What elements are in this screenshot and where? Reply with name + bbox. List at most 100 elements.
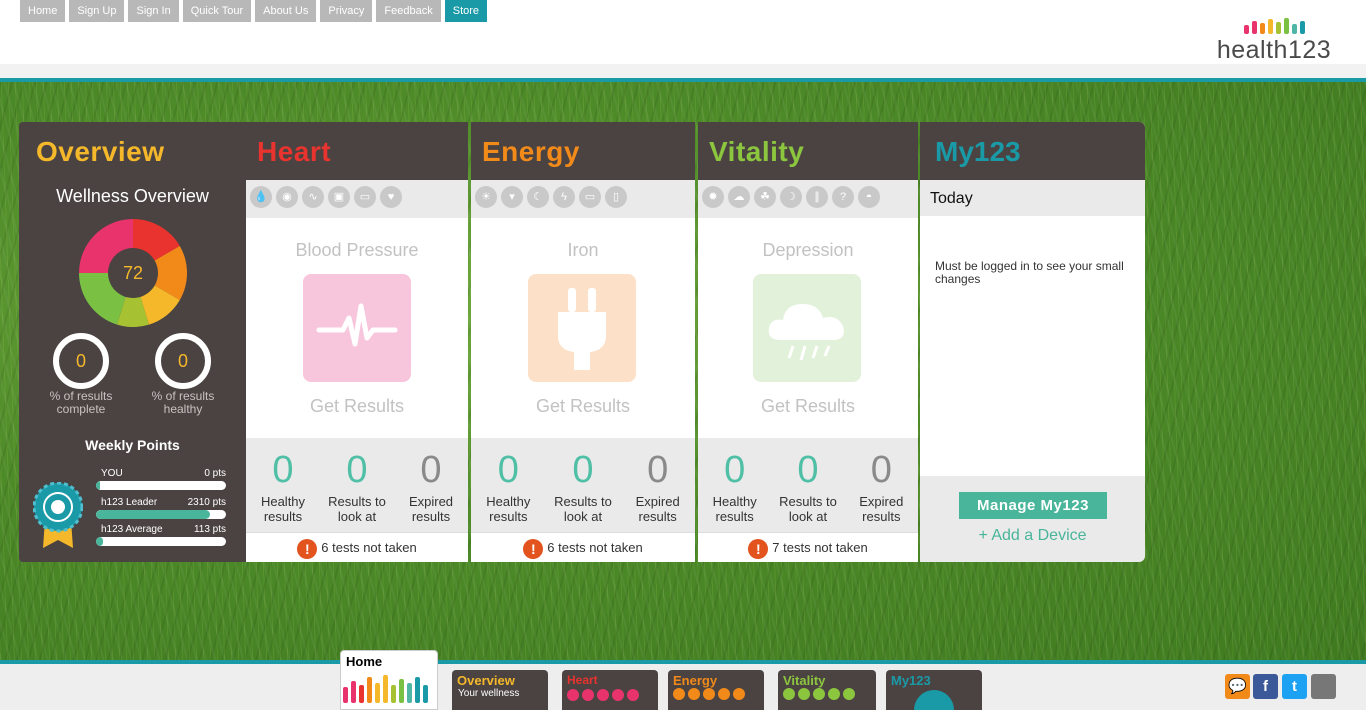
bottom-tab-vitality[interactable]: Vitality xyxy=(778,670,876,710)
test-icon[interactable]: ▭ xyxy=(579,186,601,208)
test-icon[interactable]: ☽ xyxy=(780,186,802,208)
overview-panel: Overview Wellness Overview 72 0 % of res… xyxy=(19,122,246,562)
overview-title: Overview xyxy=(36,136,165,167)
bottom-tab-my123[interactable]: My123 xyxy=(886,670,982,710)
tests-not-taken[interactable]: ! 6 tests not taken xyxy=(246,532,468,562)
stat-number: 0 xyxy=(647,449,669,491)
nav-feedback[interactable]: Feedback xyxy=(376,0,441,22)
tab-label: Home xyxy=(346,654,383,669)
facebook-icon[interactable]: f xyxy=(1253,674,1278,699)
nav-store[interactable]: Store xyxy=(444,0,488,22)
warning-icon: ! xyxy=(297,538,318,559)
stat-item[interactable]: 0 Results to look at xyxy=(772,448,844,524)
nav-quick-tour[interactable]: Quick Tour xyxy=(182,0,252,22)
bottom-tab-home[interactable]: Home xyxy=(340,650,438,710)
test-icon[interactable]: ∥ xyxy=(806,186,828,208)
tests-not-taken[interactable]: ! 6 tests not taken xyxy=(471,532,695,562)
test-icon[interactable]: ☀ xyxy=(475,186,497,208)
tests-not-taken[interactable]: ! 7 tests not taken xyxy=(698,532,918,562)
stat-item[interactable]: 0 Expired results xyxy=(395,448,467,524)
energy-mini-icons xyxy=(668,688,764,700)
points-label: h123 Leader xyxy=(101,497,158,508)
card-header: Vitality xyxy=(698,122,918,180)
stat-item[interactable]: 0 Expired results xyxy=(622,448,694,524)
bottom-tab-energy[interactable]: Energy xyxy=(668,670,764,710)
my123-body xyxy=(920,216,1145,476)
card-stats: 0 Healthy results 0 Results to look at 0 Expi… xyxy=(471,448,695,524)
wellness-donut-chart[interactable]: 72 xyxy=(78,218,188,328)
stat-item[interactable]: 0 Healthy results xyxy=(699,448,771,524)
test-icon[interactable]: ∿ xyxy=(302,186,324,208)
test-icon[interactable]: ▣ xyxy=(328,186,350,208)
tab-label: Energy xyxy=(673,673,718,688)
logo-bar xyxy=(1259,23,1265,34)
healthy-ring: 0 xyxy=(155,333,211,389)
card-test-icons: ✹ ☁ ☘ ☽ ∥? ◓ xyxy=(702,186,880,208)
warning-icon: ! xyxy=(523,538,544,559)
nav-home[interactable]: Home xyxy=(20,0,66,22)
card-title: Energy xyxy=(482,136,580,167)
test-name: Iron xyxy=(567,240,599,260)
stat-number: 0 xyxy=(797,449,819,491)
test-icon[interactable]: ✹ xyxy=(702,186,724,208)
add-device-link[interactable]: + Add a Device xyxy=(920,527,1145,545)
test-name: Blood Pressure xyxy=(295,240,419,260)
logo-bar xyxy=(1267,19,1273,34)
bottom-tab-overview[interactable]: Overview Your wellness xyxy=(452,670,548,710)
test-icon[interactable]: ♥ xyxy=(380,186,402,208)
stat-item[interactable]: 0 Results to look at xyxy=(321,448,393,524)
complete-label: % of results complete xyxy=(49,389,113,416)
weekly-points-title: Weekly Points xyxy=(85,437,180,453)
test-icon[interactable]: ☘ xyxy=(754,186,776,208)
test-icon[interactable]: ◓ xyxy=(858,186,880,208)
logo[interactable]: health123 xyxy=(1212,18,1336,66)
get-results-link[interactable]: Get Results xyxy=(246,396,468,417)
stat-item[interactable]: 0 Healthy results xyxy=(247,448,319,524)
chat-icon[interactable]: 💬 xyxy=(1225,674,1250,699)
stat-caption: Healthy results xyxy=(486,494,531,524)
energy-card[interactable]: Energy ☀ ▾ ☾ ϟ ▭ ▯ Iron Get Results 0 Healthy … xyxy=(471,122,695,562)
test-icon[interactable]: ▾ xyxy=(501,186,523,208)
apple-icon[interactable] xyxy=(1311,674,1336,699)
my123-panel: My123 Today Must be logged in to see you… xyxy=(920,122,1145,562)
card-header: Energy xyxy=(471,122,695,180)
logo-bar xyxy=(1251,21,1257,34)
card-test-icons: ☀ ▾ ☾ ϟ ▭ ▯ xyxy=(475,186,627,208)
test-icon[interactable]: ▯ xyxy=(605,186,627,208)
test-tile[interactable] xyxy=(303,274,411,382)
tab-label: Vitality xyxy=(783,673,826,688)
nav-sign-up[interactable]: Sign Up xyxy=(69,0,125,22)
get-results-link[interactable]: Get Results xyxy=(471,396,695,417)
test-icon[interactable]: ? xyxy=(832,186,854,208)
stat-item[interactable]: 0 Healthy results xyxy=(472,448,544,524)
test-icon[interactable]: ☁ xyxy=(728,186,750,208)
nav-about-us[interactable]: About Us xyxy=(255,0,317,22)
stat-caption: Results to look at xyxy=(554,494,612,524)
stat-number: 0 xyxy=(420,449,442,491)
stat-item[interactable]: 0 Results to look at xyxy=(547,448,619,524)
get-results-link[interactable]: Get Results xyxy=(698,396,918,417)
logo-bar xyxy=(1283,18,1289,34)
header-divider xyxy=(0,64,1366,78)
points-bar xyxy=(96,537,226,546)
stat-item[interactable]: 0 Expired results xyxy=(845,448,917,524)
manage-my123-button[interactable]: Manage My123 xyxy=(959,492,1107,519)
nav-privacy[interactable]: Privacy xyxy=(320,0,373,22)
test-icon[interactable]: ☾ xyxy=(527,186,549,208)
heart-card[interactable]: Heart 💧 ◉ ∿ ▣ ▭ ♥ Blood Pressure Get Results … xyxy=(246,122,468,562)
test-icon[interactable]: ▭ xyxy=(354,186,376,208)
vitality-card[interactable]: Vitality ✹ ☁ ☘ ☽ ∥? ◓ Depression Get Results … xyxy=(698,122,918,562)
test-icon[interactable]: ◉ xyxy=(276,186,298,208)
nav-sign-in[interactable]: Sign In xyxy=(128,0,179,22)
points-bar xyxy=(96,481,226,490)
test-icon[interactable]: ϟ xyxy=(553,186,575,208)
logo-bar xyxy=(1243,25,1249,34)
stat-caption: Expired results xyxy=(635,494,680,524)
test-tile[interactable] xyxy=(528,274,636,382)
test-icon[interactable]: 💧 xyxy=(250,186,272,208)
test-tile[interactable] xyxy=(753,274,861,382)
points-value: 0 pts xyxy=(204,468,226,479)
twitter-icon[interactable]: t xyxy=(1282,674,1307,699)
bottom-tab-heart[interactable]: Heart xyxy=(562,670,658,710)
stat-number: 0 xyxy=(724,449,746,491)
